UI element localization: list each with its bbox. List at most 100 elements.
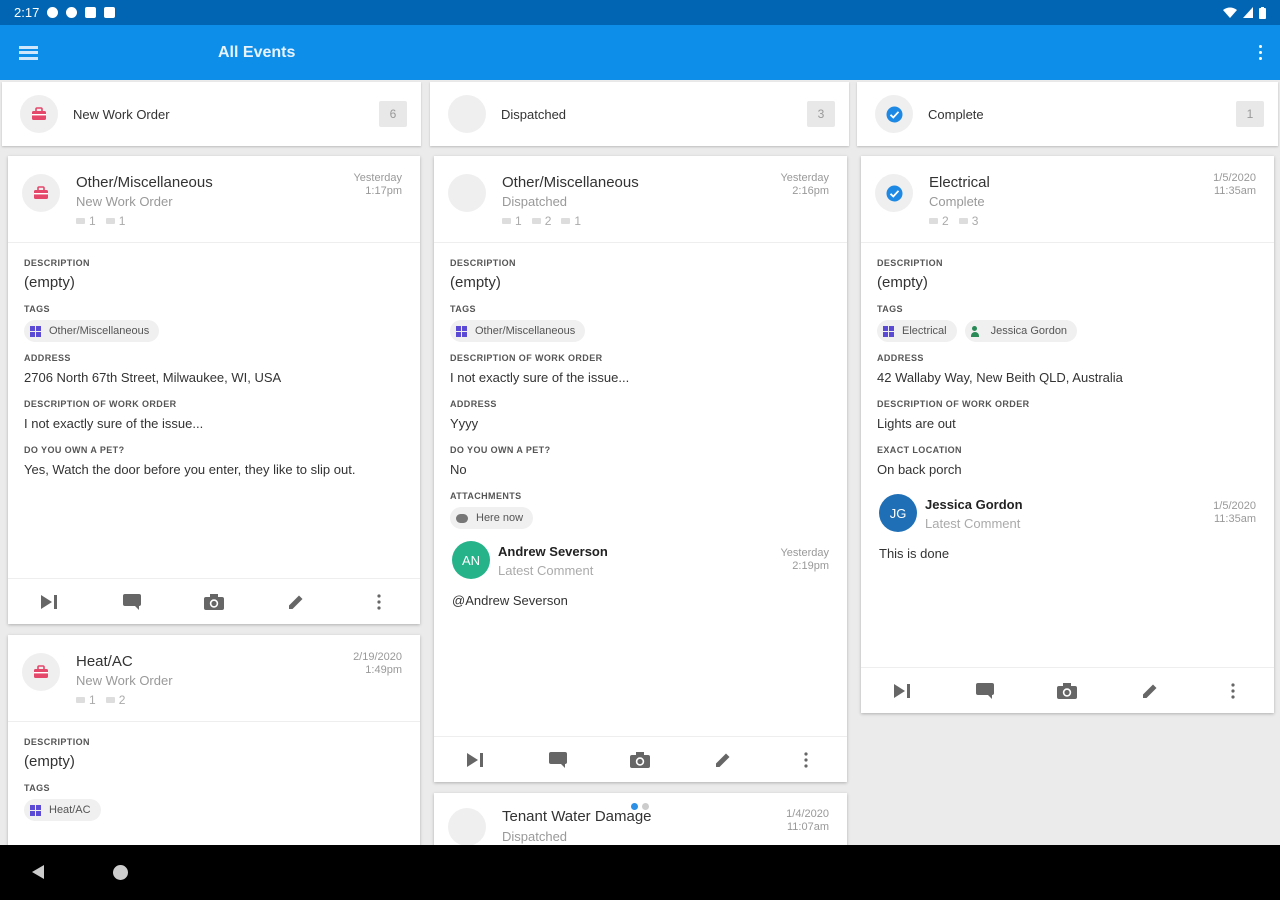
more-options-button[interactable]: [359, 582, 399, 622]
comment-count: 2: [105, 693, 126, 707]
card-date-time: 11:35am: [1214, 185, 1256, 197]
latest-comment[interactable]: AN Andrew Severson Latest Comment Yester…: [450, 541, 831, 625]
comment-count-value: 3: [971, 214, 979, 228]
page-dot: [642, 803, 649, 810]
comment-button[interactable]: [112, 582, 152, 622]
comment-count: 3: [958, 214, 979, 228]
column-count-badge: 3: [807, 101, 835, 127]
field-label: DESCRIPTION OF WORK ORDER: [877, 399, 1030, 409]
column-header-new-work-order[interactable]: New Work Order 6: [2, 82, 421, 146]
home-icon[interactable]: [113, 865, 128, 880]
field-label: DO YOU OWN A PET?: [24, 445, 125, 455]
comment-icon: [531, 218, 541, 224]
card-date-day: 1/4/2020: [786, 808, 829, 820]
tag-count-value: 2: [942, 214, 949, 228]
more-vert-icon[interactable]: [1250, 38, 1270, 68]
field-label: TAGS: [450, 304, 476, 314]
next-status-button[interactable]: [455, 740, 495, 780]
field-value: On back porch: [877, 462, 962, 477]
comment-author: Andrew Severson: [498, 544, 608, 559]
comment-text: @Andrew Severson: [452, 593, 568, 608]
field-value: Lights are out: [877, 416, 956, 431]
attachment-count: 1: [561, 214, 581, 228]
menu-button[interactable]: [0, 25, 56, 80]
card-header[interactable]: Other/Miscellaneous New Work Order 1 1 Y…: [8, 156, 420, 243]
tag-count: 1: [76, 214, 96, 228]
field-label: ADDRESS: [877, 353, 924, 363]
next-status-button[interactable]: [29, 582, 69, 622]
back-icon[interactable]: [32, 865, 44, 879]
skip-next-icon: [467, 752, 484, 767]
field-value: Yes, Watch the door before you enter, th…: [24, 462, 356, 477]
field-label: DO YOU OWN A PET?: [450, 445, 551, 455]
column-count-badge: 1: [1236, 101, 1264, 127]
wifi-icon: [1223, 7, 1237, 18]
page-title: All Events: [218, 43, 296, 61]
card-body: DESCRIPTION (empty) TAGS Other/Miscellan…: [434, 243, 847, 625]
menu-icon: [18, 45, 38, 60]
more-options-button[interactable]: [786, 740, 826, 780]
field-label: DESCRIPTION: [24, 258, 90, 268]
status-bar: 2:17: [0, 0, 1280, 25]
card-date-day: Yesterday: [353, 172, 402, 184]
edit-button[interactable]: [1130, 671, 1170, 711]
assignee-chip[interactable]: Jessica Gordon: [964, 320, 1078, 342]
field-label: ATTACHMENTS: [450, 491, 522, 501]
field-label: EXACT LOCATION: [877, 445, 962, 455]
attachment-chip[interactable]: Here now: [450, 507, 534, 529]
more-vert-icon: [804, 751, 808, 768]
field-label: DESCRIPTION: [450, 258, 516, 268]
comment-button[interactable]: [538, 740, 578, 780]
person-icon: [970, 325, 983, 337]
tag-icon: [76, 218, 85, 224]
card-title: Electrical: [929, 174, 990, 191]
comment-date-time: 2:19pm: [792, 560, 829, 572]
card-header[interactable]: Electrical Complete 2 3 1/5/2020 11:35am: [861, 156, 1274, 243]
camera-button[interactable]: [194, 582, 234, 622]
card-header[interactable]: Heat/AC New Work Order 1 2 2/19/2020 1:49…: [8, 635, 420, 722]
more-options-button[interactable]: [1213, 671, 1253, 711]
more-vert-icon: [1231, 682, 1235, 699]
attachment-chips: Here now: [450, 507, 831, 529]
category-icon: [30, 325, 41, 337]
card-date-day: Yesterday: [780, 172, 829, 184]
field-value: I not exactly sure of the issue...: [24, 416, 204, 431]
column-avatar: [448, 95, 486, 133]
tag-count: 2: [929, 214, 949, 228]
comment-count: 2: [531, 214, 551, 228]
latest-comment[interactable]: JG Jessica Gordon Latest Comment 1/5/202…: [877, 494, 1258, 578]
card-avatar: [448, 174, 486, 212]
card-header[interactable]: Other/Miscellaneous Dispatched 1 2 1 Yes…: [434, 156, 847, 243]
camera-button[interactable]: [1047, 671, 1087, 711]
tag-chip[interactable]: Electrical: [877, 320, 957, 342]
edit-button[interactable]: [276, 582, 316, 622]
field-value: No: [450, 462, 467, 477]
next-status-button[interactable]: [882, 671, 922, 711]
column-header-dispatched[interactable]: Dispatched 3: [430, 82, 849, 146]
field-value: 42 Wallaby Way, New Beith QLD, Australia: [877, 370, 1123, 385]
field-value: 2706 North 67th Street, Milwaukee, WI, U…: [24, 370, 282, 385]
field-label: TAGS: [877, 304, 903, 314]
screenshot-icon: [85, 7, 97, 18]
comment-icon: [975, 682, 994, 699]
comment-date-day: Yesterday: [780, 547, 829, 559]
tag-chip[interactable]: Other/Miscellaneous: [24, 320, 160, 342]
comment-count-value: 1: [118, 214, 126, 228]
field-label: DESCRIPTION: [877, 258, 943, 268]
edit-button[interactable]: [703, 740, 743, 780]
tag-chip[interactable]: Other/Miscellaneous: [450, 320, 586, 342]
card-actions: [861, 667, 1274, 713]
tag-count: 1: [76, 693, 96, 707]
sd-card-icon: [104, 7, 116, 18]
settings-icon: [47, 7, 59, 18]
camera-button[interactable]: [620, 740, 660, 780]
comment-count-value: 2: [118, 693, 126, 707]
column-header-complete[interactable]: Complete 1: [857, 82, 1278, 146]
tag-chip[interactable]: Heat/AC: [24, 799, 101, 821]
card-date-day: 2/19/2020: [353, 651, 402, 663]
category-icon: [883, 325, 894, 337]
edit-icon: [289, 595, 303, 609]
card-body: DESCRIPTION (empty) TAGS Electrical Jess…: [861, 243, 1274, 578]
category-icon: [456, 325, 467, 337]
comment-button[interactable]: [965, 671, 1005, 711]
